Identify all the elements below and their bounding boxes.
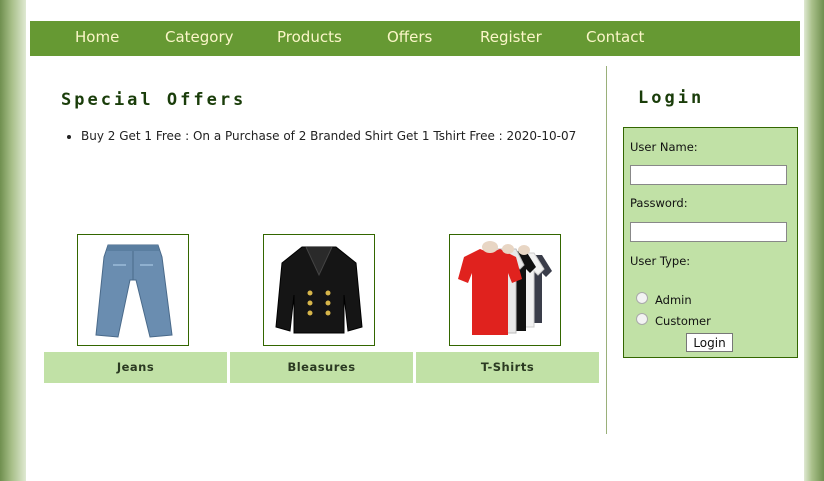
login-form: User Name: Password: User Type: Admin Cu… [623,127,798,358]
customer-radio-label: Customer [655,314,711,328]
category-bleasures[interactable]: Bleasures [230,352,413,383]
jeans-image[interactable] [77,234,189,346]
nav-category[interactable]: Category [165,28,234,46]
top-nav: Home Category Products Offers Register C… [30,21,800,56]
customer-radio[interactable] [636,313,648,325]
blazer-image[interactable] [263,234,375,346]
username-label: User Name: [630,140,698,154]
tshirts-image[interactable] [449,234,561,346]
password-label: Password: [630,196,688,210]
blazer-icon [275,246,363,334]
offer-item: Buy 2 Get 1 Free : On a Purchase of 2 Br… [81,129,576,143]
nav-offers[interactable]: Offers [387,28,432,46]
password-input[interactable] [630,222,787,242]
tshirts-icon [458,241,552,335]
offers-list: Buy 2 Get 1 Free : On a Purchase of 2 Br… [81,129,576,143]
page: Home Category Products Offers Register C… [26,0,804,481]
username-input[interactable] [630,165,787,185]
nav-contact[interactable]: Contact [586,28,644,46]
nav-home[interactable]: Home [75,28,119,46]
category-tshirts[interactable]: T-Shirts [416,352,599,383]
admin-radio[interactable] [636,292,648,304]
jeans-icon [95,244,173,338]
login-heading: Login [638,88,705,108]
usertype-label: User Type: [630,254,691,268]
admin-radio-label: Admin [655,293,692,307]
nav-register[interactable]: Register [480,28,542,46]
nav-products[interactable]: Products [277,28,342,46]
login-button[interactable]: Login [686,333,733,352]
column-divider [606,66,607,434]
category-jeans[interactable]: Jeans [44,352,227,383]
special-offers-heading: Special Offers [61,90,247,110]
